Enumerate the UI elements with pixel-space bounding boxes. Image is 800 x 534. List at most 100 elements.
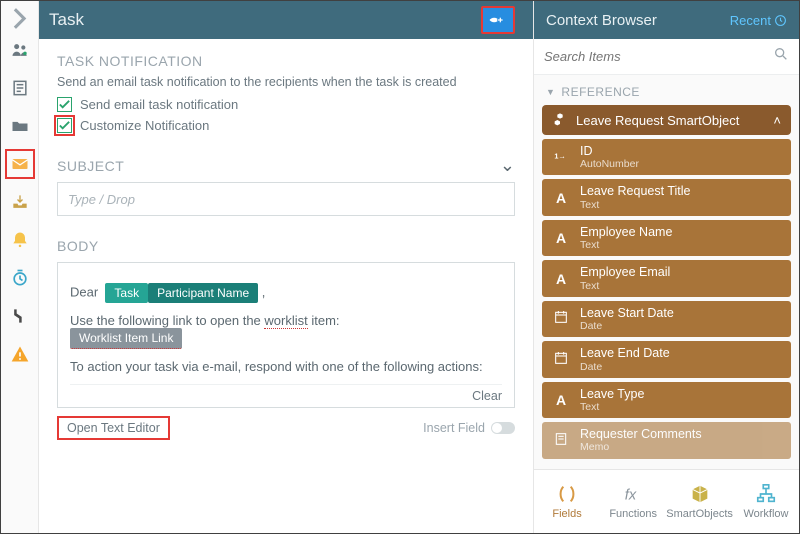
context-tabs: Fields fx Functions SmartObjects Workflo…: [534, 469, 799, 533]
tab-fields[interactable]: Fields: [534, 470, 600, 533]
context-title: Context Browser: [546, 12, 657, 29]
insert-field-toggle[interactable]: Insert Field: [423, 421, 515, 435]
reference-heading: REFERENCE: [561, 85, 640, 99]
field-type-icon: [552, 431, 570, 450]
field-type-icon: 1→: [552, 148, 570, 167]
rail-item-users[interactable]: [5, 35, 35, 65]
svg-text:fx: fx: [625, 488, 637, 504]
field-name: Leave End Date: [580, 346, 670, 360]
tab-label: Functions: [609, 508, 657, 520]
search-row: [534, 39, 799, 75]
send-email-label: Send email task notification: [80, 97, 238, 112]
task-content: TASK NOTIFICATION Send an email task not…: [39, 39, 533, 533]
field-type: Date: [580, 361, 670, 373]
field-type-icon: [552, 309, 570, 328]
field-item[interactable]: Requester CommentsMemo: [542, 422, 791, 458]
tab-functions[interactable]: fx Functions: [600, 470, 666, 533]
rail-item-reminder[interactable]: [5, 225, 35, 255]
checkbox-icon: [57, 97, 72, 112]
tab-label: Workflow: [743, 508, 788, 520]
chevron-down-icon: ⌄: [500, 155, 515, 176]
smartobject-icon: [552, 112, 568, 128]
field-item[interactable]: A Employee NameText: [542, 220, 791, 256]
field-name: ID: [580, 144, 639, 158]
chevron-up-icon: ˄: [773, 113, 781, 128]
rail-expand-toggle[interactable]: [1, 5, 38, 31]
field-type-icon: A: [552, 190, 570, 206]
workflow-icon: [755, 483, 777, 505]
customize-notification-checkbox-row[interactable]: Customize Notification: [57, 118, 515, 133]
rail-item-inbox[interactable]: [5, 187, 35, 217]
recent-button[interactable]: Recent: [730, 13, 787, 28]
rail-item-timer[interactable]: [5, 263, 35, 293]
tab-workflow[interactable]: Workflow: [733, 470, 799, 533]
subject-section-toggle[interactable]: SUBJECT ⌄: [57, 155, 515, 176]
notification-heading: TASK NOTIFICATION: [57, 53, 515, 69]
subject-heading: SUBJECT: [57, 158, 124, 174]
subject-input[interactable]: Type / Drop: [57, 182, 515, 216]
left-rail: [1, 1, 39, 533]
clock-icon: [774, 14, 787, 27]
rail-item-escalation[interactable]: [5, 301, 35, 331]
tab-label: SmartObjects: [666, 508, 733, 520]
svg-text:1→: 1→: [554, 151, 565, 160]
send-email-checkbox-row[interactable]: Send email task notification: [57, 97, 515, 112]
smartobject-header[interactable]: Leave Request SmartObject ˄: [542, 105, 791, 135]
body-text-spellflag: worklist: [264, 313, 307, 329]
field-item[interactable]: Leave End DateDate: [542, 341, 791, 377]
field-item[interactable]: 1→ IDAutoNumber: [542, 139, 791, 175]
body-text: item:: [308, 313, 340, 328]
field-type: Text: [580, 401, 644, 413]
field-name: Leave Request Title: [580, 184, 691, 198]
field-type-icon: A: [552, 230, 570, 246]
field-name: Leave Start Date: [580, 306, 674, 320]
field-type-icon: A: [552, 271, 570, 287]
body-text: Dear: [70, 284, 98, 299]
field-type: Text: [580, 239, 672, 251]
main-panel: Task TASK NOTIFICATION Send an email tas…: [39, 1, 533, 533]
body-text: To action your task via e-mail, respond …: [70, 359, 502, 374]
field-type: AutoNumber: [580, 158, 639, 170]
checkbox-icon: [57, 118, 72, 133]
search-icon[interactable]: [773, 46, 789, 67]
field-item[interactable]: A Leave Request TitleText: [542, 179, 791, 215]
token-participant-name[interactable]: Participant Name: [148, 283, 258, 303]
context-browser-toggle[interactable]: [481, 6, 515, 34]
smartobject-tree: Leave Request SmartObject ˄ 1→ IDAutoNumb…: [534, 105, 799, 469]
rail-item-form[interactable]: [5, 73, 35, 103]
tab-label: Fields: [552, 508, 581, 520]
field-type: Text: [580, 280, 670, 292]
reference-heading-row[interactable]: ▼ REFERENCE: [534, 75, 799, 105]
rail-item-mail[interactable]: [5, 149, 35, 179]
toggle-pill-icon: [491, 422, 515, 434]
triangle-down-icon: ▼: [546, 87, 555, 97]
rail-item-error[interactable]: [5, 339, 35, 369]
field-item[interactable]: A Employee EmailText: [542, 260, 791, 296]
field-item[interactable]: ALeave TypeText: [542, 382, 791, 418]
field-name: Employee Email: [580, 265, 670, 279]
field-type-icon: [552, 350, 570, 369]
body-editor[interactable]: Dear TaskParticipant Name , Use the foll…: [57, 262, 515, 408]
field-name: Employee Name: [580, 225, 672, 239]
fields-icon: [556, 483, 578, 505]
field-type-icon: A: [552, 392, 570, 408]
field-type: Memo: [580, 441, 702, 453]
field-type: Text: [580, 199, 691, 211]
rail-item-folder[interactable]: [5, 111, 35, 141]
open-text-editor-button[interactable]: Open Text Editor: [57, 416, 170, 440]
smartobject-title: Leave Request SmartObject: [576, 113, 739, 128]
search-input[interactable]: [544, 49, 773, 64]
field-item[interactable]: Leave Start DateDate: [542, 301, 791, 337]
subject-placeholder: Type / Drop: [68, 192, 135, 207]
clear-button[interactable]: Clear: [472, 389, 502, 403]
notification-hint: Send an email task notification to the r…: [57, 75, 515, 89]
insert-field-label: Insert Field: [423, 421, 485, 435]
context-titlebar: Context Browser Recent: [534, 1, 799, 39]
body-heading: BODY: [57, 238, 515, 254]
tab-smartobjects[interactable]: SmartObjects: [666, 470, 733, 533]
token-task[interactable]: Task: [105, 283, 148, 303]
functions-icon: fx: [622, 483, 644, 505]
recent-label: Recent: [730, 13, 771, 28]
token-worklist-link[interactable]: Worklist Item Link: [70, 328, 182, 349]
field-name: Requester Comments: [580, 427, 702, 441]
